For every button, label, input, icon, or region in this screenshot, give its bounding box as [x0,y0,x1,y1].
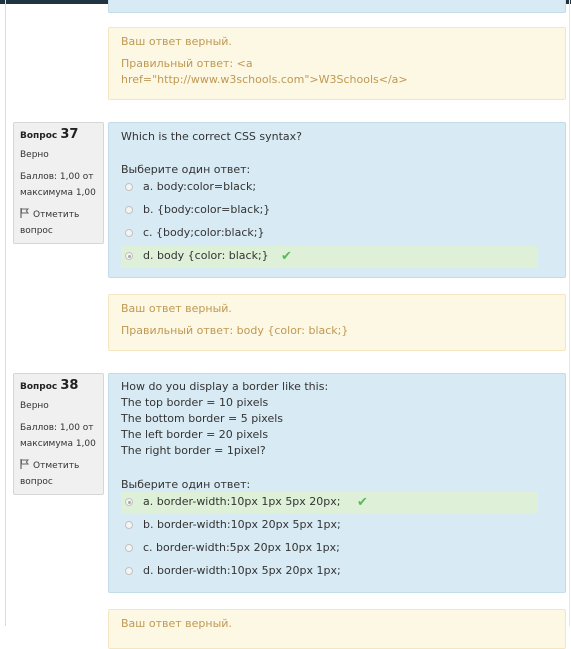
question-37-info: Вопрос 37 Верно Баллов: 1,00 от максимум… [13,122,104,244]
radio-button[interactable] [125,206,133,214]
check-icon: ✔ [357,495,368,510]
feedback-correct-answer: Правильный ответ: <a [121,57,253,70]
radio-button[interactable] [125,521,133,529]
question-text-line-3: The bottom border = 5 pixels [121,412,284,425]
previous-question-feedback: Ваш ответ верный. Правильный ответ: <a h… [108,27,566,100]
answer-prompt: Выберите один ответ: [121,163,251,176]
flag-question-link[interactable]: Отметить [20,458,79,474]
question-text-line-2: The top border = 10 pixels [121,396,269,409]
answer-option-a[interactable]: a. body:color=black; [121,177,538,199]
answer-option-c[interactable]: c. border-width:5px 20px 10px 1px; [121,538,538,560]
question-grade: Баллов: 1,00 от [20,172,94,182]
check-icon: ✔ [281,249,292,264]
question-number: Вопрос 38 [20,378,79,393]
question-state: Верно [20,150,49,160]
page-right-border [569,0,570,626]
answer-option-c[interactable]: c. {body;color:black;} [121,223,538,245]
question-grade-max: максимума 1,00 [20,439,96,449]
feedback-status: Ваш ответ верный. [121,302,232,315]
page-left-border [5,0,6,626]
feedback-correct-answer-cont: href="http://www.w3schools.com">W3School… [121,73,408,86]
question-37-feedback: Ваш ответ верный. Правильный ответ: body… [108,294,566,351]
question-text-line-1: How do you display a border like this: [121,380,329,393]
flag-question-link-cont[interactable]: вопрос [20,474,53,490]
flag-icon [20,208,30,218]
question-37-content: Which is the correct CSS syntax? Выберит… [108,122,566,278]
question-text-line-5: The right border = 1pixel? [121,444,266,457]
radio-button-selected[interactable] [125,252,133,260]
question-grade-max: максимума 1,00 [20,188,96,198]
flag-question-link-cont[interactable]: вопрос [20,223,53,239]
feedback-status: Ваш ответ верный. [121,35,232,48]
answer-option-d[interactable]: d. body {color: black;} ✔ [121,246,538,268]
question-grade: Баллов: 1,00 от [20,423,94,433]
answer-option-b[interactable]: b. {body:color=black;} [121,200,538,222]
radio-button[interactable] [125,183,133,191]
question-38-content: How do you display a border like this: T… [108,373,566,593]
answer-prompt: Выберите один ответ: [121,478,251,491]
question-state: Верно [20,401,49,411]
radio-button-selected[interactable] [125,498,133,506]
feedback-status: Ваш ответ верный. [121,617,232,630]
flag-question-link[interactable]: Отметить [20,207,79,223]
answer-option-a[interactable]: a. border-width:10px 1px 5px 20px; ✔ [121,492,538,514]
feedback-correct-answer: Правильный ответ: body {color: black;} [121,324,349,337]
previous-question-content [108,0,566,13]
question-38-info: Вопрос 38 Верно Баллов: 1,00 от максимум… [13,373,104,495]
radio-button[interactable] [125,567,133,575]
radio-button[interactable] [125,544,133,552]
question-text: Which is the correct CSS syntax? [121,130,303,143]
question-text-line-4: The left border = 20 pixels [121,428,269,441]
flag-icon [20,459,30,469]
answer-option-b[interactable]: b. border-width:10px 20px 5px 1px; [121,515,538,537]
answer-option-d[interactable]: d. border-width:10px 5px 20px 1px; [121,561,538,583]
question-number: Вопрос 37 [20,127,79,142]
radio-button[interactable] [125,229,133,237]
question-38-feedback: Ваш ответ верный. [108,609,566,649]
